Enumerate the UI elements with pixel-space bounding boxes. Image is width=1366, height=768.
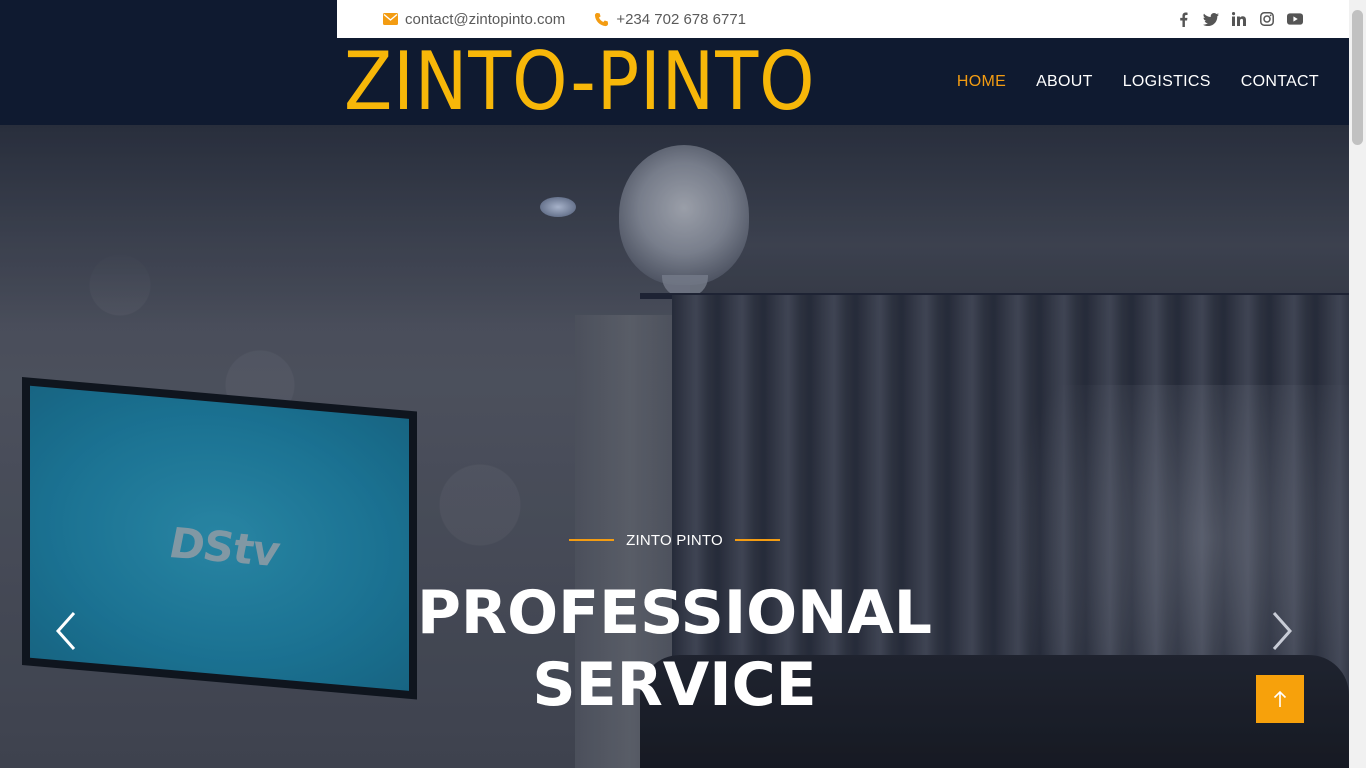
headline-line-2: SERVICE xyxy=(532,650,817,720)
hero-headline: PROFESSIONAL SERVICE xyxy=(0,577,1349,721)
page-scrollbar[interactable] xyxy=(1349,0,1366,768)
main-nav: HOME ABOUT LOGISTICS CONTACT xyxy=(927,38,1319,125)
linkedin-icon[interactable] xyxy=(1231,11,1247,27)
site-header: ZINTO-PINTO HOME ABOUT LOGISTICS CONTACT xyxy=(0,38,1349,125)
slider-prev-button[interactable] xyxy=(52,611,82,651)
site-logo[interactable]: ZINTO-PINTO xyxy=(344,39,815,125)
chevron-right-icon xyxy=(1272,612,1293,650)
hero-subtitle: ZINTO PINTO xyxy=(626,531,723,549)
email-contact[interactable]: contact@zintopinto.com xyxy=(382,11,565,28)
nav-about[interactable]: ABOUT xyxy=(1036,73,1093,91)
subtitle-line-left xyxy=(569,539,615,541)
back-to-top-button[interactable] xyxy=(1256,675,1304,723)
twitter-icon[interactable] xyxy=(1203,11,1219,27)
email-text: contact@zintopinto.com xyxy=(405,10,566,28)
phone-contact[interactable]: +234 702 678 6771 xyxy=(593,11,746,28)
scrollbar-thumb[interactable] xyxy=(1352,10,1363,145)
phone-icon xyxy=(593,11,609,27)
youtube-icon[interactable] xyxy=(1287,11,1303,27)
social-links xyxy=(1163,0,1303,38)
top-bar: contact@zintopinto.com +234 702 678 6771 xyxy=(0,0,1349,38)
arrow-up-icon xyxy=(1273,690,1287,707)
nav-contact[interactable]: CONTACT xyxy=(1241,73,1319,91)
facebook-icon[interactable] xyxy=(1175,11,1191,27)
phone-text: +234 702 678 6771 xyxy=(616,10,747,28)
hero-subtitle-row: ZINTO PINTO xyxy=(0,525,1349,555)
contact-info: contact@zintopinto.com +234 702 678 6771 xyxy=(382,0,774,38)
nav-home[interactable]: HOME xyxy=(957,73,1006,91)
chevron-left-icon xyxy=(55,612,76,650)
headline-line-1: PROFESSIONAL xyxy=(416,578,933,648)
subtitle-line-right xyxy=(734,539,780,541)
envelope-icon xyxy=(382,11,398,27)
nav-logistics[interactable]: LOGISTICS xyxy=(1123,73,1211,91)
instagram-icon[interactable] xyxy=(1259,11,1275,27)
slider-next-button[interactable] xyxy=(1266,611,1296,651)
hero-caption: ZINTO PINTO PROFESSIONAL SERVICE xyxy=(0,525,1349,721)
hero-slider: DStv ZINTO PINTO PROFESSIONAL SERVICE xyxy=(0,125,1349,768)
